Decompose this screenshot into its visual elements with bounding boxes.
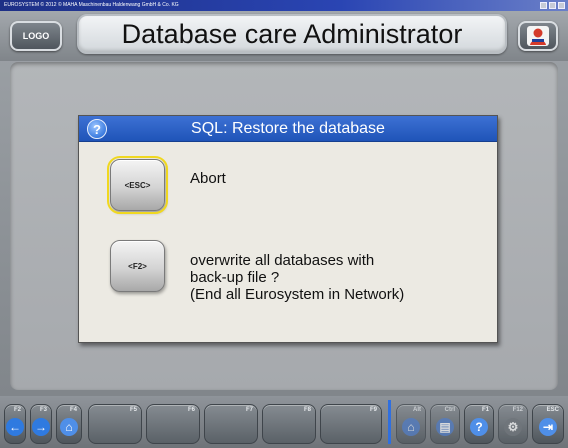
printer-icon: ▤ — [436, 418, 454, 437]
bottom-toolbar: F2 ← F3 → F4 ⌂ F5 F6 F7 F8 F9 Alt ⌂ Ctrl… — [0, 396, 568, 448]
help-button[interactable]: F1 ? — [464, 404, 494, 444]
fkey-label: F3 — [39, 407, 47, 413]
fkey-label: F7 — [245, 407, 253, 413]
user-profile-button[interactable] — [518, 21, 558, 51]
logo-label: LOGO — [22, 31, 50, 41]
alt-home-button[interactable]: Alt ⌂ — [396, 404, 426, 444]
toolbar-separator — [388, 400, 391, 444]
abort-label: Abort — [190, 170, 226, 187]
fkey-label: F1 — [481, 407, 489, 413]
exit-button[interactable]: ESC ⇥ — [532, 404, 564, 444]
esc-key-label: <ESC> — [124, 180, 151, 190]
f5-button[interactable]: F5 — [88, 404, 142, 444]
header: LOGO Database care Administrator — [0, 11, 568, 61]
arrow-left-icon: ← — [6, 418, 24, 437]
dialog-title: SQL: Restore the database — [191, 120, 385, 137]
close-button[interactable] — [558, 2, 565, 9]
system-title-bar: EUROSYSTEM © 2012 © MAHA Maschinenbau Ha… — [0, 0, 568, 11]
help-icon: ? — [470, 418, 488, 437]
fkey-label: F12 — [512, 407, 523, 413]
minimize-button[interactable] — [540, 2, 547, 9]
fkey-label: F2 — [13, 407, 21, 413]
home-icon: ⌂ — [60, 418, 78, 437]
overwrite-label-line-1: overwrite all databases with — [190, 252, 375, 269]
page-title-text: Database care Administrator — [121, 18, 463, 49]
logo-button[interactable]: LOGO — [10, 21, 62, 51]
f9-button[interactable]: F9 — [320, 404, 382, 444]
settings-button[interactable]: F12 ⚙ — [498, 404, 528, 444]
fkey-label: F9 — [369, 407, 377, 413]
fkey-label: Alt — [413, 407, 421, 413]
fkey-label: ESC — [546, 407, 559, 413]
f6-button[interactable]: F6 — [146, 404, 200, 444]
home-button[interactable]: F4 ⌂ — [56, 404, 82, 444]
abort-label-line: Abort — [190, 170, 226, 187]
system-title-text: EUROSYSTEM © 2012 © MAHA Maschinenbau Ha… — [4, 2, 179, 8]
restore-dialog: ? SQL: Restore the database <ESC> Abort … — [78, 115, 498, 343]
home-icon: ⌂ — [402, 418, 420, 437]
overwrite-label-line-2: back-up file ? — [190, 269, 280, 286]
settings-icon: ⚙ — [504, 418, 522, 437]
exit-icon: ⇥ — [539, 418, 557, 437]
user-icon — [527, 26, 549, 46]
f2-key-label: <F2> — [128, 261, 147, 271]
back-button[interactable]: F2 ← — [4, 404, 26, 444]
fkey-label: F8 — [303, 407, 311, 413]
forward-button[interactable]: F3 → — [30, 404, 52, 444]
overwrite-button[interactable]: <F2> — [110, 240, 165, 292]
fkey-label: F5 — [129, 407, 137, 413]
f7-button[interactable]: F7 — [204, 404, 258, 444]
f8-button[interactable]: F8 — [262, 404, 316, 444]
window-controls — [540, 2, 565, 9]
page-title: Database care Administrator — [77, 14, 507, 54]
overwrite-label-line-3: (End all Eurosystem in Network) — [190, 286, 405, 303]
fkey-label: F6 — [187, 407, 195, 413]
arrow-right-icon: → — [32, 418, 50, 437]
abort-button[interactable]: <ESC> — [107, 156, 168, 214]
print-button[interactable]: Ctrl ▤ — [430, 404, 460, 444]
fkey-label: F4 — [69, 407, 77, 413]
maximize-button[interactable] — [549, 2, 556, 9]
fkey-label: Ctrl — [444, 407, 455, 413]
overwrite-label: overwrite all databases with back-up fil… — [190, 252, 404, 303]
dialog-titlebar: ? SQL: Restore the database — [79, 116, 497, 142]
